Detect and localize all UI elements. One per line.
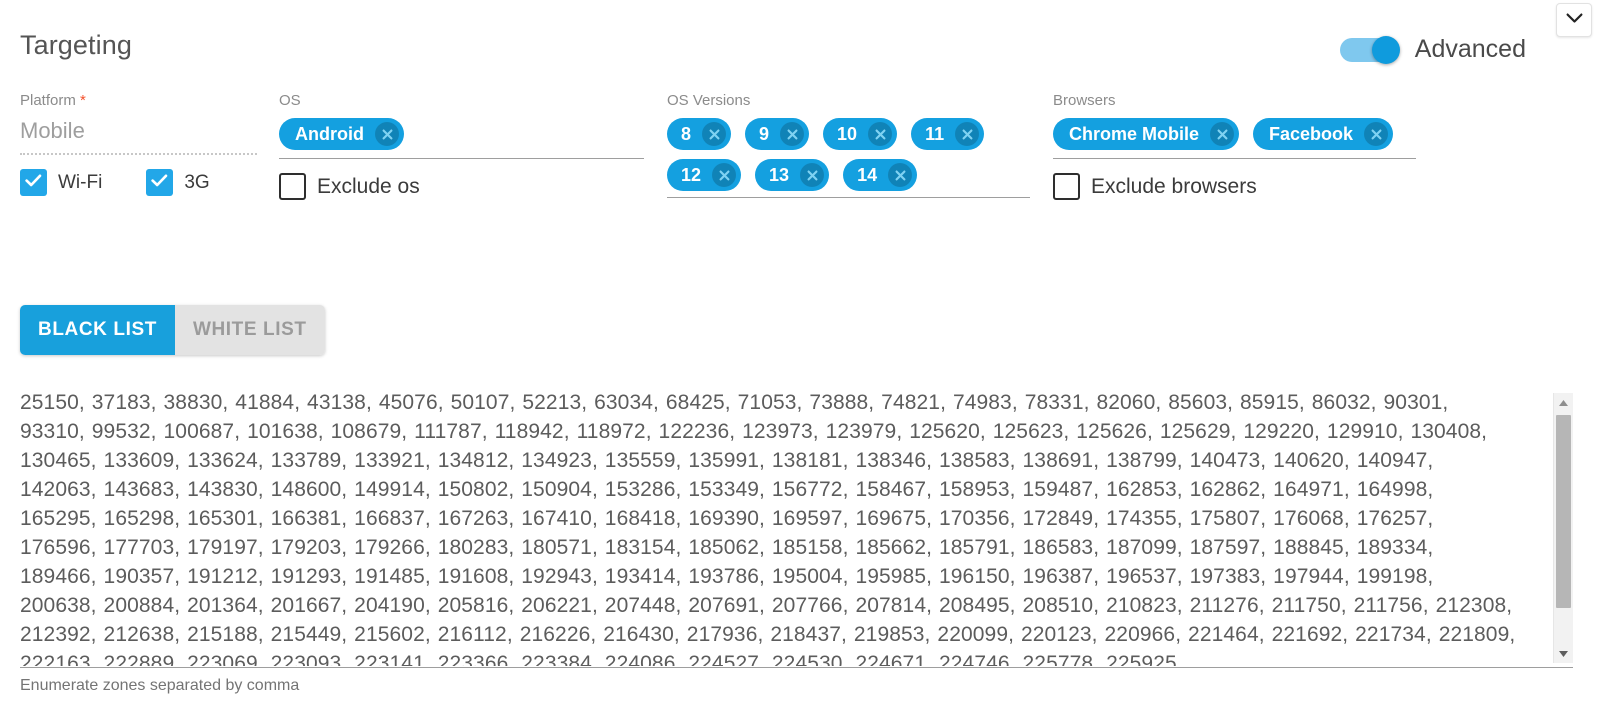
field-platform: Platform * Mobile Wi-Fi 3G xyxy=(20,92,257,196)
zones-scrollbar[interactable] xyxy=(1553,393,1573,663)
advanced-toggle-group: Advanced xyxy=(1339,35,1526,64)
chip-os-version[interactable]: 14 xyxy=(843,159,918,191)
chip-chrome-mobile[interactable]: Chrome Mobile xyxy=(1053,118,1240,150)
browsers-underline xyxy=(1053,158,1416,159)
label-exclude-browsers: Exclude browsers xyxy=(1091,174,1257,198)
browsers-chip-list: Chrome Mobile Facebook xyxy=(1053,118,1416,158)
chip-os-version[interactable]: 8 xyxy=(667,118,732,150)
chip-label: Facebook xyxy=(1269,123,1354,144)
browsers-exclude-row: Exclude browsers xyxy=(1053,173,1416,200)
remove-chip-icon[interactable] xyxy=(712,163,737,187)
chip-os-version[interactable]: 13 xyxy=(755,159,830,191)
chip-label: 11 xyxy=(925,123,945,144)
remove-chip-icon[interactable] xyxy=(868,122,893,146)
browsers-label: Browsers xyxy=(1053,92,1116,109)
page-title: Targeting xyxy=(20,30,132,60)
label-exclude-os: Exclude os xyxy=(317,174,420,198)
chip-label: Android xyxy=(295,123,364,144)
chip-facebook[interactable]: Facebook xyxy=(1253,118,1394,150)
os-chip-list: Android xyxy=(279,118,644,158)
chip-label: 8 xyxy=(681,123,692,144)
zones-textarea[interactable]: 25150, 37183, 38830, 41884, 43138, 45076… xyxy=(20,388,1516,666)
scroll-up-icon[interactable] xyxy=(1554,393,1573,412)
tab-white-list[interactable]: WHITE LIST xyxy=(174,305,325,355)
remove-chip-icon[interactable] xyxy=(780,122,805,146)
toggle-knob xyxy=(1371,35,1400,64)
checkbox-wifi[interactable] xyxy=(20,169,47,196)
collapse-panel-button[interactable] xyxy=(1556,3,1592,37)
os-versions-label: OS Versions xyxy=(667,92,751,109)
platform-underline xyxy=(20,153,257,155)
panel-header: Targeting Advanced xyxy=(0,0,1600,92)
chip-os-version[interactable]: 11 xyxy=(911,118,985,150)
advanced-label: Advanced xyxy=(1414,35,1526,63)
zones-field: 25150, 37183, 38830, 41884, 43138, 45076… xyxy=(20,388,1573,695)
platform-input[interactable]: Mobile xyxy=(20,118,257,153)
check-icon xyxy=(25,174,42,192)
remove-chip-icon[interactable] xyxy=(888,163,913,187)
chip-os-version[interactable]: 12 xyxy=(667,159,742,191)
chip-os-version[interactable]: 9 xyxy=(745,118,810,150)
remove-chip-icon[interactable] xyxy=(955,122,980,146)
chip-label: 9 xyxy=(759,123,770,144)
chip-android[interactable]: Android xyxy=(279,118,404,150)
advanced-toggle[interactable] xyxy=(1339,35,1400,64)
remove-chip-icon[interactable] xyxy=(375,122,399,146)
os-underline xyxy=(279,158,644,159)
chip-label: Chrome Mobile xyxy=(1069,123,1200,144)
checkbox-3g[interactable] xyxy=(146,169,174,196)
platform-label: Platform * xyxy=(20,92,86,109)
chip-label: 14 xyxy=(857,164,878,185)
tab-black-list[interactable]: BLACK LIST xyxy=(20,305,175,355)
scrollbar-thumb[interactable] xyxy=(1556,415,1571,608)
scroll-down-icon[interactable] xyxy=(1554,644,1573,663)
list-mode-tabs: BLACK LIST WHITE LIST xyxy=(20,305,325,355)
remove-chip-icon[interactable] xyxy=(800,163,825,187)
os-versions-underline xyxy=(667,197,1030,198)
checkbox-exclude-browsers[interactable] xyxy=(1053,173,1080,200)
os-versions-chip-list: 8 9 10 11 12 13 14 xyxy=(667,118,1030,197)
zones-textarea-wrap: 25150, 37183, 38830, 41884, 43138, 45076… xyxy=(20,388,1573,666)
remove-chip-icon[interactable] xyxy=(1210,122,1235,146)
targeting-fields: Platform * Mobile Wi-Fi 3G OS Android Ex… xyxy=(0,92,1600,282)
field-os-versions: OS Versions 8 9 10 11 12 13 14 xyxy=(667,92,1030,198)
chip-label: 10 xyxy=(837,123,858,144)
chip-label: 12 xyxy=(681,164,702,185)
os-label: OS xyxy=(279,92,301,109)
chip-label: 13 xyxy=(769,164,790,185)
checkbox-exclude-os[interactable] xyxy=(279,173,306,200)
field-os: OS Android Exclude os xyxy=(279,92,644,200)
label-3g: 3G xyxy=(184,171,210,193)
platform-checkbox-row: Wi-Fi 3G xyxy=(20,169,257,196)
zones-hint: Enumerate zones separated by comma xyxy=(20,677,300,694)
check-icon xyxy=(151,174,168,192)
field-browsers: Browsers Chrome Mobile Facebook Exclude … xyxy=(1053,92,1416,200)
chip-os-version[interactable]: 10 xyxy=(823,118,898,150)
required-asterisk: * xyxy=(80,92,86,109)
os-exclude-row: Exclude os xyxy=(279,173,644,200)
label-wifi: Wi-Fi xyxy=(58,171,103,193)
remove-chip-icon[interactable] xyxy=(702,122,727,146)
remove-chip-icon[interactable] xyxy=(1364,122,1389,146)
chevron-down-icon xyxy=(1566,11,1583,29)
